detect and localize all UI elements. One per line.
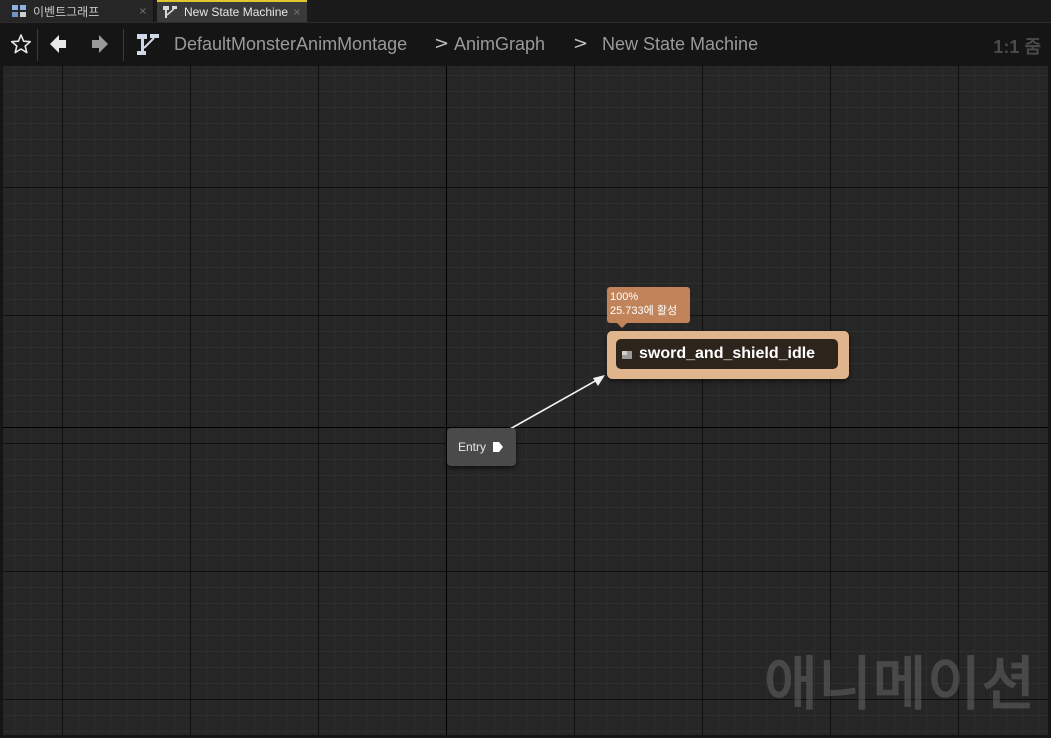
toolbar-divider (37, 29, 38, 61)
tab-label: New State Machine (184, 5, 289, 19)
transition-wire[interactable] (3, 66, 1048, 735)
origin-axis-horizontal (3, 427, 1048, 428)
breadcrumb-state-machine[interactable]: New State Machine (602, 34, 758, 55)
arrow-left-icon (50, 35, 66, 53)
arrowhead-icon (593, 375, 605, 386)
state-machine-icon (163, 6, 177, 18)
event-graph-icon (12, 5, 26, 17)
state-icon (622, 351, 632, 359)
arrow-right-icon (92, 35, 108, 53)
back-button[interactable] (45, 31, 71, 57)
graph-canvas[interactable]: Entry 100% 25.733에 활성 sword_and_shield_i… (3, 66, 1048, 735)
state-machine-icon (137, 34, 159, 55)
state-status-bubble: 100% 25.733에 활성 (607, 287, 690, 328)
entry-node-label: Entry (458, 440, 487, 454)
tab-new-state-machine[interactable]: New State Machine × (157, 0, 307, 22)
entry-node[interactable]: Entry (447, 428, 516, 466)
tab-strip: 이벤트그래프 × New State Machine × (0, 0, 1051, 22)
toolbar-divider (123, 29, 124, 61)
breadcrumb-anim-blueprint[interactable]: DefaultMonsterAnimMontage (174, 34, 407, 55)
tab-close-icon[interactable]: × (139, 6, 147, 17)
breadcrumb-separator: > (434, 33, 450, 54)
state-active-time: 25.733에 활성 (610, 305, 678, 317)
tab-close-icon[interactable]: × (293, 7, 301, 18)
star-icon (10, 34, 32, 54)
state-node-sword-and-shield-idle[interactable]: sword_and_shield_idle (607, 331, 849, 379)
tab-label: 이벤트그래프 (33, 4, 100, 19)
breadcrumb-anim-graph[interactable]: AnimGraph (454, 34, 545, 55)
origin-axis-vertical (446, 66, 447, 735)
output-pin-icon[interactable] (492, 441, 504, 453)
state-node-title: sword_and_shield_idle (639, 345, 816, 362)
anim-graph-editor: 이벤트그래프 × New State Machine × DefaultMons… (0, 0, 1051, 738)
zoom-level: 1:1 줌 (993, 37, 1041, 57)
state-node-body: sword_and_shield_idle (616, 339, 838, 369)
breadcrumb-separator: > (573, 33, 589, 54)
forward-button[interactable] (87, 31, 113, 57)
favorite-button[interactable] (8, 31, 34, 57)
tab-event-graph[interactable]: 이벤트그래프 × (0, 0, 154, 22)
graph-type-watermark: 애니메이션 (764, 650, 1036, 718)
state-weight: 100% (610, 291, 639, 303)
graph-type-icon-button (134, 31, 162, 57)
graph-toolbar: DefaultMonsterAnimMontage > AnimGraph > … (0, 22, 1051, 66)
